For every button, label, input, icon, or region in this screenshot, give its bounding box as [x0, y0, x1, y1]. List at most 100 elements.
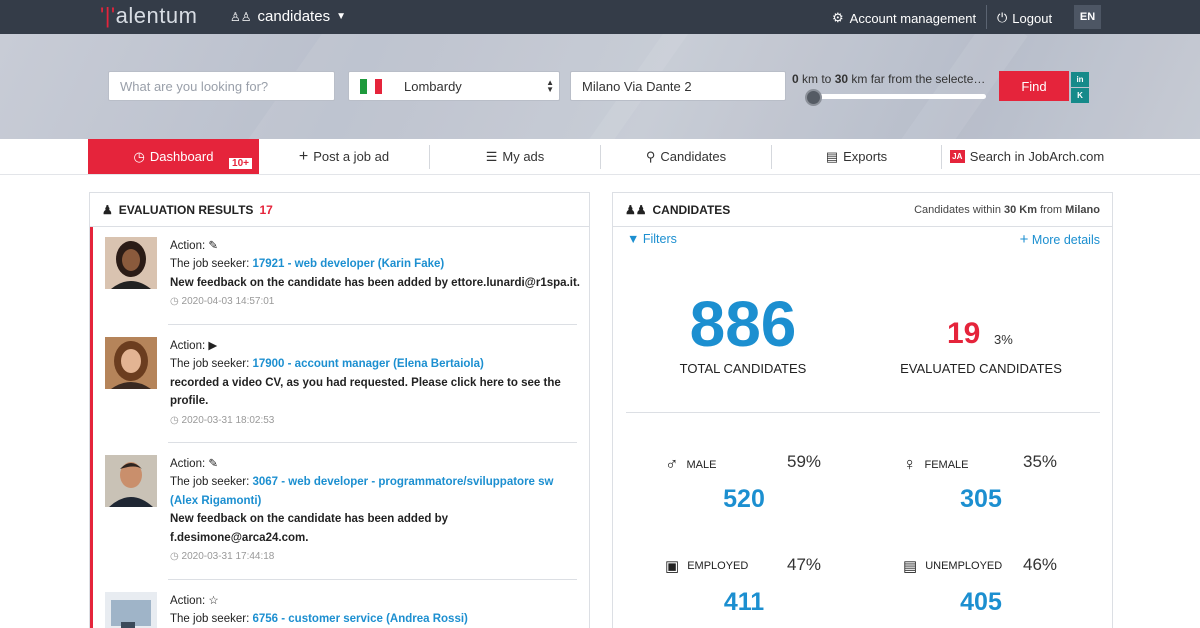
- seeker-label: The job seeker:: [170, 258, 250, 271]
- candidate-link[interactable]: 6756 - customer service (Andrea Rossi): [252, 613, 467, 625]
- region-select[interactable]: Lombardy ▲ ▼: [348, 71, 560, 101]
- candidates-header: ♟♟ CANDIDATES Candidates within 30 Km fr…: [613, 193, 1112, 227]
- tab-post-job-ad[interactable]: + Post a job ad: [259, 139, 429, 174]
- kallidus-icon[interactable]: K: [1071, 88, 1089, 103]
- candidate-link[interactable]: 17921 - web developer (Karin Fake): [252, 258, 444, 270]
- unemployed-icon: ▤: [903, 558, 918, 575]
- action-label: Action:: [170, 340, 206, 352]
- feed-divider: [168, 324, 577, 325]
- male-value: 520: [723, 485, 765, 513]
- female-value: 305: [960, 485, 1002, 513]
- distance-slider-track[interactable]: [806, 94, 986, 99]
- power-icon: ⏻: [997, 10, 1008, 25]
- km-min: 0: [792, 72, 799, 86]
- tab-candidates[interactable]: ⚲ Candidates: [601, 139, 771, 174]
- account-management-label: Account management: [849, 10, 977, 26]
- select-caret-icon: ▲ ▼: [546, 78, 554, 94]
- employed-pct: 47%: [787, 555, 822, 574]
- km-text-end: km far from the selecte…: [848, 72, 986, 86]
- star-icon: ☆: [208, 595, 219, 607]
- find-button[interactable]: Find: [999, 71, 1069, 101]
- avatar[interactable]: [105, 455, 157, 507]
- evaluated-candidates-label: EVALUATED CANDIDATES: [900, 361, 1062, 376]
- more-details-label: More details: [1031, 233, 1100, 247]
- filters-link[interactable]: ▼ Filters: [627, 232, 677, 246]
- filters-label: Filters: [642, 232, 677, 246]
- evaluated-candidates-value: 19: [947, 317, 981, 350]
- km-text-mid: km to: [798, 72, 835, 86]
- plus-icon: +: [1019, 231, 1029, 248]
- candidates-title: CANDIDATES: [652, 202, 731, 217]
- feedback-icon: ✎: [208, 458, 219, 470]
- search-input[interactable]: What are you looking for?: [108, 71, 335, 101]
- female-pct: 35%: [1023, 452, 1058, 471]
- user-feedback-icon: ♟: [102, 202, 113, 217]
- users-icon: ♙♙: [230, 9, 252, 24]
- total-candidates-value: 886: [689, 288, 797, 360]
- action-label: Action:: [170, 240, 206, 252]
- male-icon: ♂: [665, 454, 679, 474]
- tab-my-ads[interactable]: ☰ My ads: [430, 139, 600, 174]
- gear-icon: ⚙: [832, 10, 844, 25]
- address-input[interactable]: Milano Via Dante 2: [570, 71, 786, 101]
- notification-badge: 10+: [228, 157, 253, 170]
- account-management-link[interactable]: ⚙ Account management: [832, 10, 976, 26]
- filter-icon: ▼: [627, 232, 640, 246]
- male-label: MALE: [686, 458, 717, 471]
- logout-link[interactable]: ⏻ Logout: [997, 10, 1052, 26]
- section-switcher[interactable]: ♙♙ candidates ▼: [230, 8, 346, 25]
- avatar[interactable]: [105, 337, 157, 389]
- evaluated-candidates-pct: 3%: [994, 332, 1013, 347]
- italy-flag-icon: [360, 78, 382, 94]
- employed-stat-label: ▣ EMPLOYED: [665, 557, 748, 575]
- action-label: Action:: [170, 458, 206, 470]
- video-camera-icon: ▶: [208, 340, 218, 352]
- male-pct: 59%: [787, 452, 822, 471]
- unemployed-pct: 46%: [1023, 555, 1058, 574]
- clock-icon: ◷: [170, 296, 179, 308]
- search-band: What are you looking for? Lombardy ▲ ▼ Mi…: [0, 34, 1200, 139]
- male-stat-label: ♂ MALE: [665, 454, 716, 475]
- logo[interactable]: '|'alentum: [100, 3, 197, 29]
- tab-dashboard[interactable]: ◷ Dashboard 10+: [88, 139, 259, 174]
- jobarch-logo-icon: JA: [949, 150, 965, 163]
- clock-icon: ◷: [170, 551, 179, 563]
- seeker-label: The job seeker:: [170, 476, 250, 489]
- more-details-link[interactable]: + More details: [1020, 231, 1100, 248]
- evaluation-results-panel: ♟ EVALUATION RESULTS 17 Action: ✎ The jo…: [89, 192, 590, 628]
- candidates-panel: ♟♟ CANDIDATES Candidates within 30 Km fr…: [612, 192, 1113, 628]
- avatar[interactable]: [105, 237, 157, 289]
- tab-search-jobarch[interactable]: JA Search in JobArch.com: [942, 139, 1112, 174]
- logout-label: Logout: [1012, 10, 1053, 26]
- avatar[interactable]: [105, 592, 157, 628]
- feed-item-text: Action: ☆ The job seeker: 6756 - custome…: [170, 592, 580, 628]
- tab-jobarch-label: Search in JobArch.com: [969, 149, 1105, 164]
- feed-item-text: Action: ▶ The job seeker: 17900 - accoun…: [170, 337, 580, 430]
- region-value: Lombardy: [404, 78, 462, 94]
- feed-time: 2020-04-03 14:57:01: [181, 296, 275, 308]
- linkedin-icon[interactable]: in: [1071, 72, 1089, 87]
- feed-divider: [168, 442, 577, 443]
- feed-time: 2020-03-31 17:44:18: [181, 551, 275, 563]
- feedback-icon: ✎: [208, 240, 219, 252]
- tab-exports-label: Exports: [843, 149, 888, 164]
- divider: [986, 5, 987, 29]
- distance-range-text: 0 km to 30 km far from the selecte…: [792, 72, 985, 86]
- language-selector[interactable]: EN: [1074, 5, 1101, 29]
- stats-divider: [626, 412, 1100, 413]
- tab-myads-label: My ads: [502, 149, 545, 164]
- search-icon: ⚲: [645, 148, 656, 164]
- employed-label: EMPLOYED: [687, 560, 749, 572]
- tab-exports[interactable]: ▤ Exports: [772, 139, 941, 174]
- female-icon: ♀: [903, 454, 917, 474]
- logo-text: alentum: [115, 3, 198, 28]
- main-nav: ◷ Dashboard 10+ + Post a job ad ☰ My ads…: [0, 139, 1200, 175]
- candidate-link[interactable]: 17900 - account manager (Elena Bertaiola…: [252, 358, 483, 370]
- within-km: 30 Km: [1004, 204, 1038, 216]
- km-max: 30: [834, 72, 849, 86]
- within-from: from: [1037, 204, 1066, 216]
- tab-dashboard-label: Dashboard: [149, 149, 214, 164]
- feed-message[interactable]: recorded a video CV, as you had requeste…: [170, 374, 580, 411]
- distance-slider-handle[interactable]: [805, 89, 822, 106]
- feed-divider: [168, 579, 577, 580]
